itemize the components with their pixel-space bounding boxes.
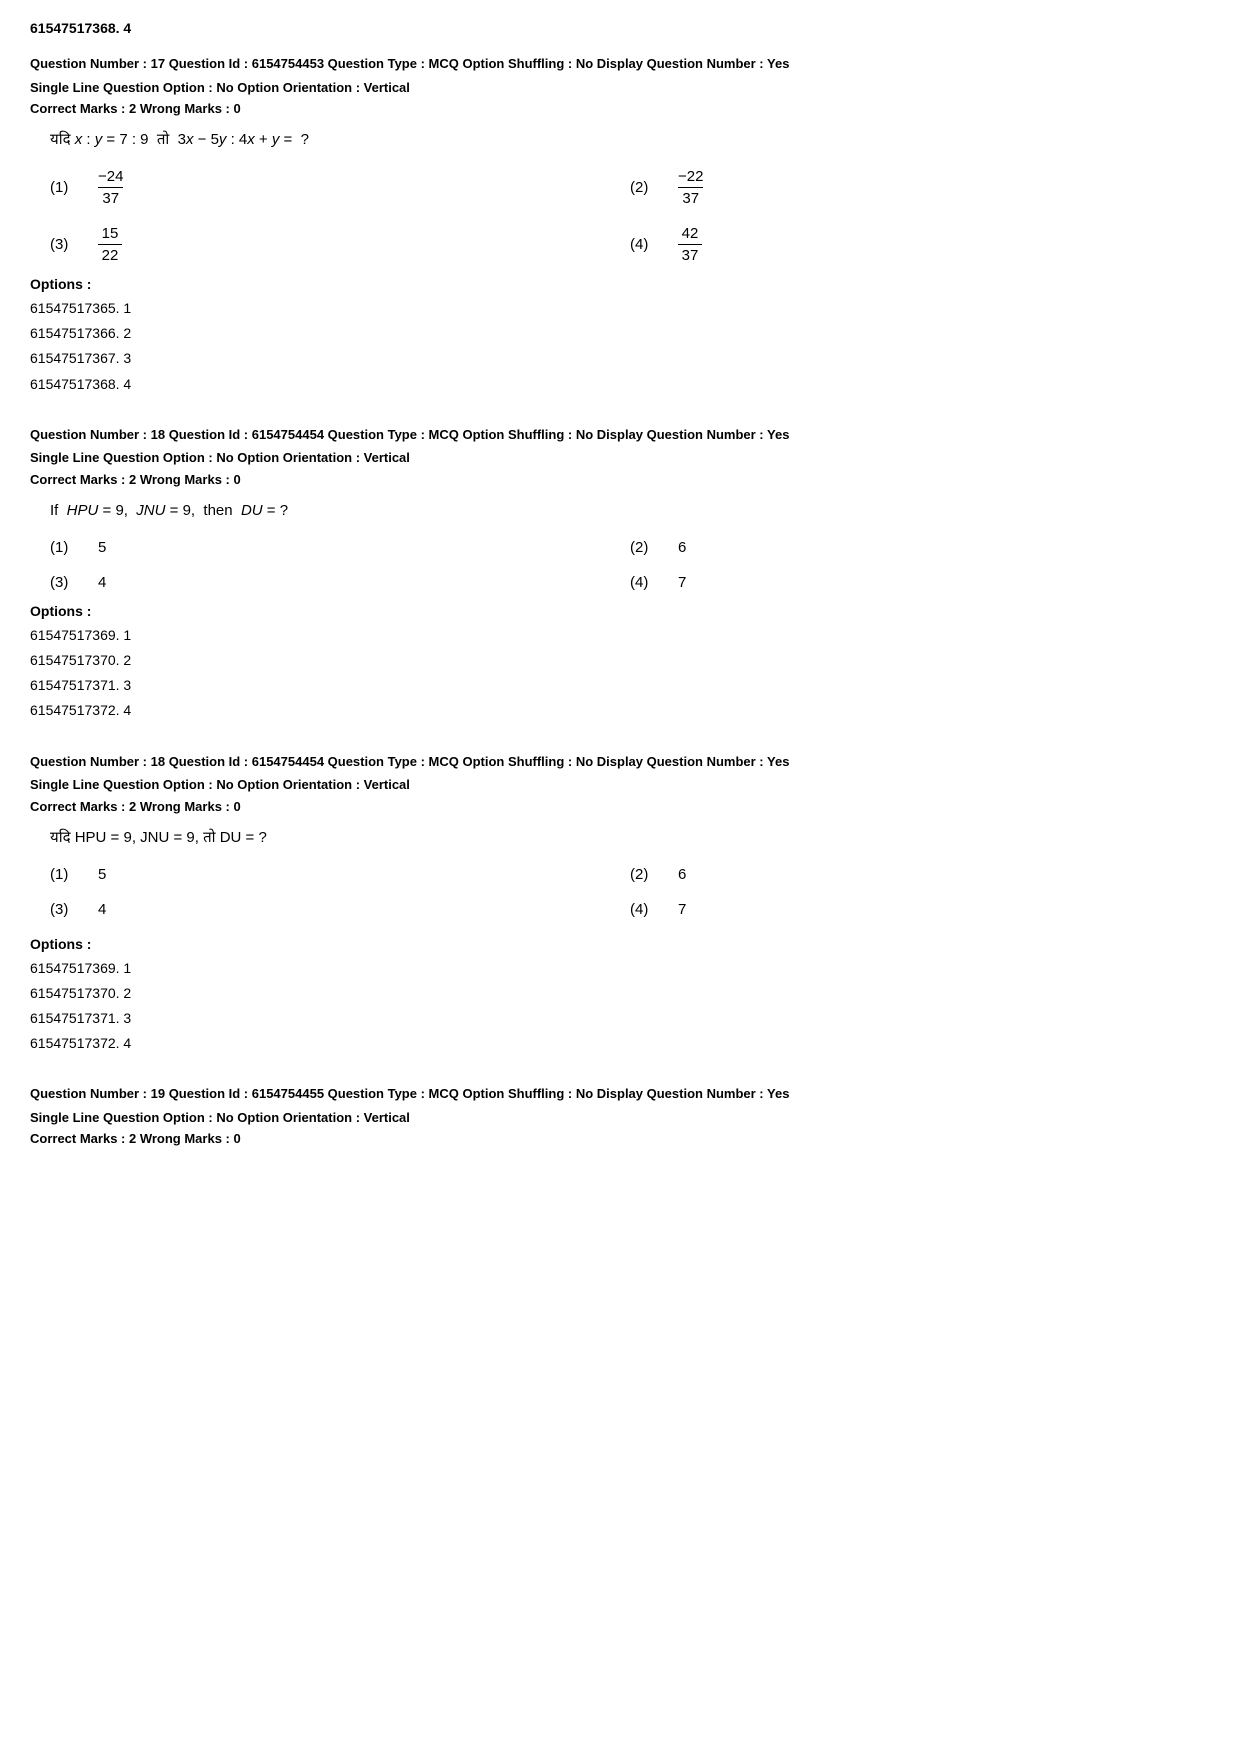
list-item: 61547517365. 1 [30,296,1210,321]
question-block-18b: Question Number : 18 Question Id : 61547… [30,752,1210,1057]
options-list-17: 61547517365. 1 61547517366. 2 6154751736… [30,296,1210,397]
option-18a-2: (2) 6 [630,539,1210,556]
question-meta-17-line2: Single Line Question Option : No Option … [30,78,1210,98]
options-list-label-18a: Options : [30,603,1210,619]
option-18b-2: (2) 6 [630,866,1210,883]
list-item: 61547517371. 3 [30,673,1210,698]
question-block-19: Question Number : 19 Question Id : 61547… [30,1084,1210,1146]
option-18b-1: (1) 5 [50,866,630,883]
question-meta-18a-line2: Single Line Question Option : No Option … [30,448,1210,468]
page-header: 61547517368. 4 [30,20,1210,36]
question-block-18a: Question Number : 18 Question Id : 61547… [30,425,1210,724]
question-meta-18b-line2: Single Line Question Option : No Option … [30,775,1210,795]
options-grid-17: (1) −24 37 (2) −22 37 (3) 15 22 (4) 42 [50,168,1210,264]
option-18a-1: (1) 5 [50,539,630,556]
question-meta-18b-line1: Question Number : 18 Question Id : 61547… [30,752,1210,772]
list-item: 61547517366. 2 [30,321,1210,346]
list-item: 61547517371. 3 [30,1006,1210,1031]
question-text-18a: If HPU = 9, JNU = 9, then DU = ? [50,499,1210,523]
list-item: 61547517370. 2 [30,648,1210,673]
list-item: 61547517372. 4 [30,1031,1210,1056]
option-17-4: (4) 42 37 [630,225,1210,264]
options-grid-18a: (1) 5 (2) 6 (3) 4 (4) 7 [50,539,1210,591]
marks-info-17: Correct Marks : 2 Wrong Marks : 0 [30,101,1210,116]
question-meta-19-line1: Question Number : 19 Question Id : 61547… [30,1084,1210,1104]
options-grid-18b: (1) 5 (2) 6 (3) 4 (4) 7 [50,866,1210,918]
option-17-3: (3) 15 22 [50,225,630,264]
options-list-label-17: Options : [30,276,1210,292]
list-item: 61547517369. 1 [30,956,1210,981]
marks-info-18b: Correct Marks : 2 Wrong Marks : 0 [30,799,1210,814]
list-item: 61547517370. 2 [30,981,1210,1006]
options-list-18a: 61547517369. 1 61547517370. 2 6154751737… [30,623,1210,724]
question-meta-19-line2: Single Line Question Option : No Option … [30,1108,1210,1128]
marks-info-18a: Correct Marks : 2 Wrong Marks : 0 [30,472,1210,487]
question-text-18b: यदि HPU = 9, JNU = 9, तो DU = ? [50,826,1210,850]
option-18b-3: (3) 4 [50,901,630,918]
question-text-17: यदि x : y = 7 : 9 तो 3x − 5y : 4x + y = … [50,128,1210,152]
marks-info-19: Correct Marks : 2 Wrong Marks : 0 [30,1131,1210,1146]
option-17-2: (2) −22 37 [630,168,1210,207]
option-18a-4: (4) 7 [630,574,1210,591]
list-item: 61547517368. 4 [30,372,1210,397]
question-block-17: Question Number : 17 Question Id : 61547… [30,54,1210,397]
list-item: 61547517369. 1 [30,623,1210,648]
options-list-18b: 61547517369. 1 61547517370. 2 6154751737… [30,956,1210,1057]
option-18a-3: (3) 4 [50,574,630,591]
list-item: 61547517367. 3 [30,346,1210,371]
option-18b-4: (4) 7 [630,901,1210,918]
question-meta-17-line1: Question Number : 17 Question Id : 61547… [30,54,1210,74]
question-meta-18a-line1: Question Number : 18 Question Id : 61547… [30,425,1210,445]
option-17-1: (1) −24 37 [50,168,630,207]
list-item: 61547517372. 4 [30,698,1210,723]
options-list-label-18b: Options : [30,936,1210,952]
